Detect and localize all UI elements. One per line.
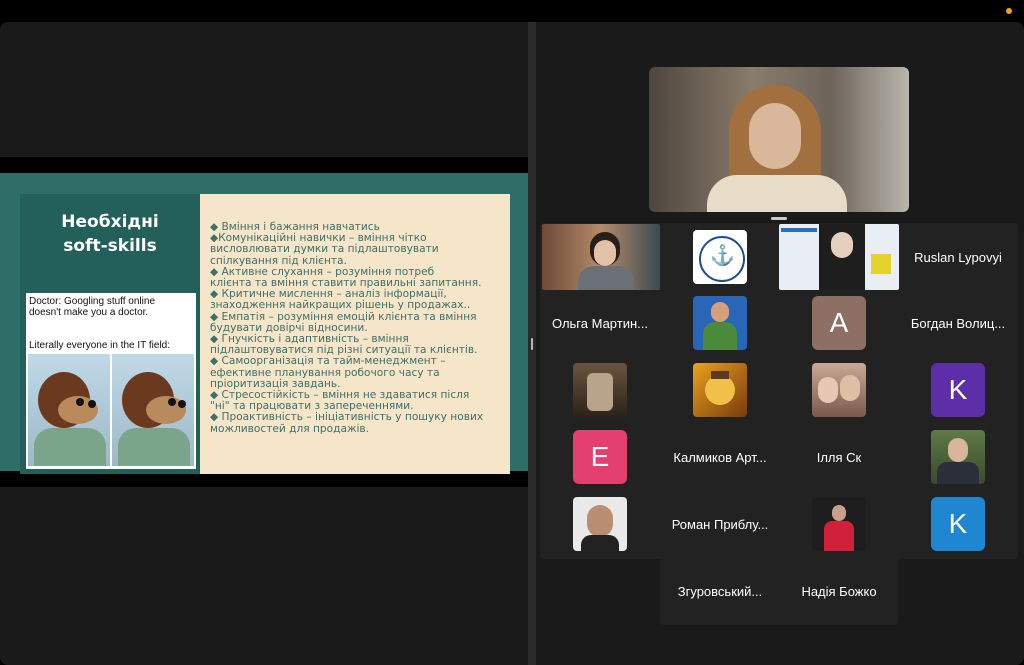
slide-title-line: Необхідні (61, 212, 159, 232)
participant-name[interactable]: Богдан Волиц... (898, 290, 1018, 357)
speaker-resize-handle[interactable] (771, 217, 787, 220)
participant-name[interactable]: Роман Приблу... (660, 491, 780, 558)
participant-initial-avatar[interactable]: A (812, 296, 866, 350)
participant-video[interactable] (542, 224, 660, 290)
monkey-puppet-picture (112, 354, 194, 466)
bullet-line: можливостей для продажів. (210, 422, 370, 435)
meme-caption-line: Doctor: Googling stuff online (29, 296, 156, 307)
participant-initial-avatar[interactable]: K (931, 363, 985, 417)
participant-name[interactable]: Ілля Ск (779, 424, 899, 491)
title-bar (0, 0, 1024, 22)
school-logo-avatar[interactable]: ⚓ (693, 230, 747, 284)
monkey-puppet-picture (28, 354, 110, 466)
resize-handle[interactable] (531, 338, 533, 350)
bullet-line: висловлювати думки та підлаштовувати (210, 243, 439, 256)
participant-avatar[interactable] (693, 296, 747, 350)
participant-avatar[interactable] (573, 497, 627, 551)
participant-avatar[interactable] (812, 497, 866, 551)
bullet-line: ◆ Проактивність – ініціативність у пошук… (210, 411, 484, 424)
bullet-line: ◆ Самоорганізація та тайм-менеджмент – (210, 355, 446, 368)
participant-avatar[interactable] (573, 363, 627, 417)
anchor-icon: ⚓ (710, 245, 735, 267)
participant-name[interactable]: Калмиков Арт... (660, 424, 780, 491)
participant-poster-video[interactable] (779, 224, 899, 290)
bullet-line: знаходження найкращих рішень у продажах.… (210, 299, 471, 312)
participant-name[interactable]: Надія Божко (779, 558, 899, 625)
slide-title: Необхідні soft-skills (20, 210, 200, 258)
meme-caption-line: doesn't make you a doctor. (29, 307, 149, 318)
active-speaker-video[interactable] (649, 67, 909, 212)
participant-name[interactable]: Ольга Мартин... (540, 290, 660, 357)
participant-initial-avatar[interactable]: E (573, 430, 627, 484)
participant-avatar[interactable] (693, 363, 747, 417)
meme-caption: Doctor: Googling stuff online doesn't ma… (29, 296, 194, 318)
participant-avatar[interactable] (812, 363, 866, 417)
slide-bullet-list: ◆ Вміння і бажання навчатись ◆Комунікаці… (210, 221, 506, 435)
participant-name[interactable]: Ruslan Lypovyi (898, 224, 1018, 291)
slide-title-line: soft-skills (63, 236, 157, 256)
recording-indicator-icon (1006, 8, 1012, 14)
participant-initial-avatar[interactable]: K (931, 497, 985, 551)
participant-name[interactable]: Згуровський... (660, 558, 780, 625)
participant-avatar[interactable] (931, 430, 985, 484)
meme-caption-bottom: Literally everyone in the IT field: (29, 340, 171, 351)
